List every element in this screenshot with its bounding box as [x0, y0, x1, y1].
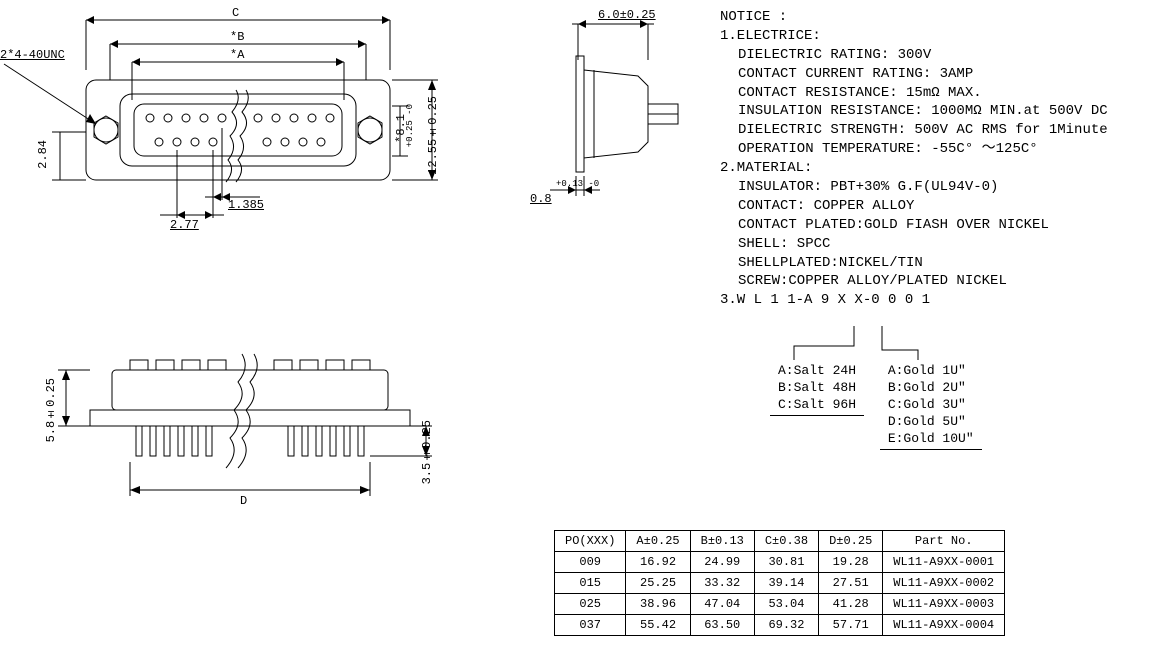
dim-side-t-tol: +0.13 -0: [556, 180, 599, 189]
table-cell: WL11-A9XX-0003: [883, 594, 1005, 615]
table-cell: 33.32: [690, 573, 754, 594]
table-cell: 41.28: [819, 594, 883, 615]
table-row: 00916.9224.9930.8119.28WL11-A9XX-0001: [555, 552, 1005, 573]
table-cell: 19.28: [819, 552, 883, 573]
e4: INSULATION RESISTANCE: 1000MΩ MIN.at 500…: [720, 102, 1108, 121]
table-cell: WL11-A9XX-0004: [883, 615, 1005, 636]
front-view-drawing: [0, 0, 520, 260]
table-cell: 38.96: [626, 594, 690, 615]
code-item: D:Gold 5U″: [886, 413, 976, 430]
table-header: D±0.25: [819, 531, 883, 552]
table-cell: 009: [555, 552, 626, 573]
dim-bot-h: 5.8±0.25: [44, 378, 58, 442]
table-cell: 24.99: [690, 552, 754, 573]
sec-partcode: 3.W L 1 1-A 9 X X-0 0 0 1: [720, 292, 930, 308]
table-cell: 27.51: [819, 573, 883, 594]
dim-C: C: [232, 6, 239, 20]
dim-side-w: 6.0±0.25: [598, 8, 656, 22]
table-header: PO(XXX): [555, 531, 626, 552]
dim-thread: 2*4-40UNC: [0, 48, 65, 62]
table-cell: WL11-A9XX-0002: [883, 573, 1005, 594]
e1: DIELECTRIC RATING: 300V: [720, 46, 1108, 65]
m3: CONTACT PLATED:GOLD FIASH OVER NICKEL: [720, 216, 1108, 235]
m2: CONTACT: COPPER ALLOY: [720, 197, 1108, 216]
dim-1385: 1.385: [228, 198, 264, 212]
table-cell: 69.32: [754, 615, 818, 636]
table-header: C±0.38: [754, 531, 818, 552]
sec-material: 2.MATERIAL:: [720, 160, 812, 176]
e5: DIELECTRIC STRENGTH: 500V AC RMS for 1Mi…: [720, 121, 1108, 140]
dim-1255: 12.55±0.25: [426, 96, 440, 175]
code-leaders: [760, 320, 1020, 400]
dim-284: 2.84: [36, 140, 50, 169]
dim-side-t: 0.8: [530, 192, 552, 206]
table-cell: 57.71: [819, 615, 883, 636]
code-item: E:Gold 10U″: [886, 430, 976, 447]
table-row: 03755.4263.5069.3257.71WL11-A9XX-0004: [555, 615, 1005, 636]
m1: INSULATOR: PBT+30% G.F(UL94V-0): [720, 178, 1108, 197]
table-cell: 015: [555, 573, 626, 594]
dim-81tol: +0.25 -0: [406, 104, 415, 147]
dim-D: D: [240, 494, 247, 508]
table-cell: 53.04: [754, 594, 818, 615]
table-cell: 30.81: [754, 552, 818, 573]
notice-title: NOTICE :: [720, 9, 787, 25]
side-view-drawing: [520, 0, 720, 220]
table-header: A±0.25: [626, 531, 690, 552]
bottom-view-drawing: [50, 350, 530, 570]
sec-electrice: 1.ELECTRICE:: [720, 28, 821, 44]
dim-Astar: *A: [230, 48, 244, 62]
drawing-page: C *B *A 2*4-40UNC 2.84 2.77 1.385 *8.1 +…: [0, 0, 1173, 663]
table-cell: 39.14: [754, 573, 818, 594]
table-header-row: PO(XXX)A±0.25B±0.13C±0.38D±0.25Part No.: [555, 531, 1005, 552]
table-cell: 025: [555, 594, 626, 615]
m6: SCREW:COPPER ALLOY/PLATED NICKEL: [720, 272, 1108, 291]
table-cell: 47.04: [690, 594, 754, 615]
table-row: 01525.2533.3239.1427.51WL11-A9XX-0002: [555, 573, 1005, 594]
notice-block: NOTICE : 1.ELECTRICE: DIELECTRIC RATING:…: [720, 8, 1108, 310]
table-cell: 55.42: [626, 615, 690, 636]
spec-table: PO(XXX)A±0.25B±0.13C±0.38D±0.25Part No. …: [554, 530, 1005, 636]
table-header: Part No.: [883, 531, 1005, 552]
table-cell: 16.92: [626, 552, 690, 573]
dim-277: 2.77: [170, 218, 199, 232]
e2: CONTACT CURRENT RATING: 3AMP: [720, 65, 1108, 84]
table-header: B±0.13: [690, 531, 754, 552]
m4: SHELL: SPCC: [720, 235, 1108, 254]
dim-Bstar: *B: [230, 30, 244, 44]
table-cell: 037: [555, 615, 626, 636]
table-cell: WL11-A9XX-0001: [883, 552, 1005, 573]
table-row: 02538.9647.0453.0441.28WL11-A9XX-0003: [555, 594, 1005, 615]
table-cell: 25.25: [626, 573, 690, 594]
e6: OPERATION TEMPERATURE: -55C° ～125C°: [720, 140, 1108, 159]
m5: SHELLPLATED:NICKEL/TIN: [720, 254, 1108, 273]
dim-bot-pin: 3.5±0.25: [420, 420, 434, 484]
table-cell: 63.50: [690, 615, 754, 636]
e3: CONTACT RESISTANCE: 15mΩ MAX.: [720, 84, 1108, 103]
